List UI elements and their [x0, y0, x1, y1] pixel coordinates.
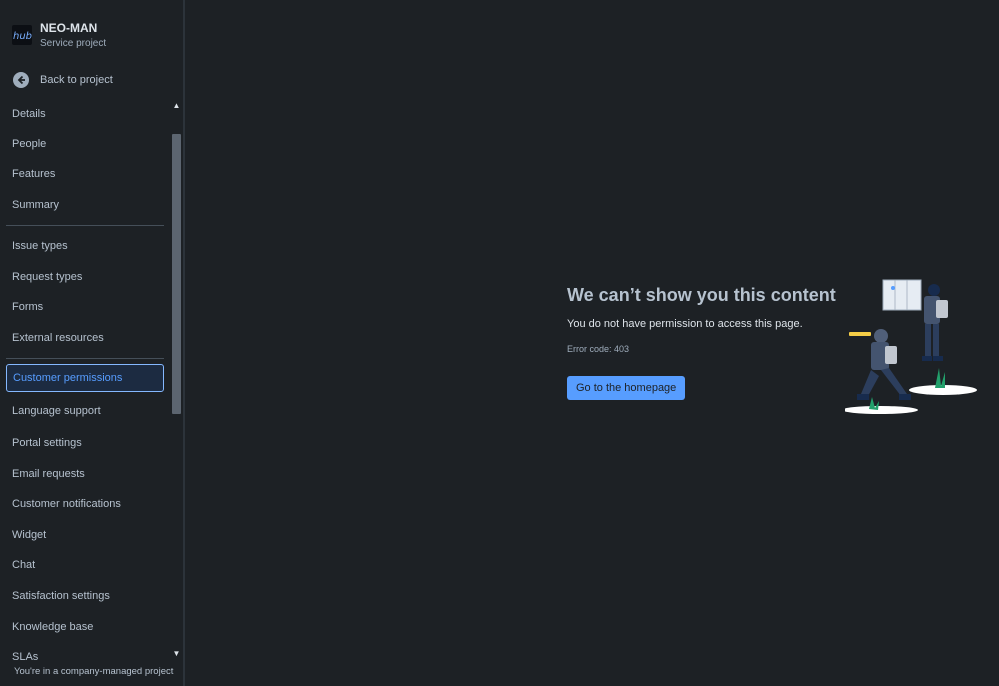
go-to-homepage-button[interactable]: Go to the homepage	[567, 376, 686, 400]
sidebar-item-language-support[interactable]: Language support	[6, 397, 164, 425]
sidebar-item-summary[interactable]: Summary	[6, 191, 164, 219]
project-avatar: hub	[12, 25, 32, 45]
sidebar-item-portal-settings[interactable]: Portal settings	[6, 429, 164, 457]
sidebar-item-widget[interactable]: Widget	[6, 521, 164, 549]
sidebar-item-external-resources[interactable]: External resources	[6, 324, 164, 352]
scroll-down-arrow-icon[interactable]: ▼	[171, 648, 182, 660]
project-type: Service project	[40, 38, 107, 49]
sidebar-divider	[6, 358, 164, 359]
sidebar-divider	[6, 225, 164, 226]
error-message: You do not have permission to access thi…	[567, 318, 803, 330]
main-content: We can’t show you this content You do no…	[185, 0, 999, 686]
project-name: NEO-MAN	[40, 21, 98, 35]
sidebar-item-forms[interactable]: Forms	[6, 293, 164, 321]
scrollbar-thumb[interactable]	[172, 134, 181, 414]
scroll-up-arrow-icon[interactable]: ▲	[171, 100, 182, 112]
back-to-project-link[interactable]: Back to project	[11, 70, 161, 92]
sidebar-item-satisfaction-settings[interactable]: Satisfaction settings	[6, 582, 164, 610]
sidebar-item-request-types[interactable]: Request types	[6, 263, 164, 291]
project-avatar-text: hub	[13, 31, 32, 42]
sidebar-item-knowledge-base[interactable]: Knowledge base	[6, 613, 164, 641]
sidebar-item-email-requests[interactable]: Email requests	[6, 460, 164, 488]
explorers-illustration	[845, 279, 977, 414]
sidebar: hub NEO-MAN Service project Back to proj…	[0, 0, 185, 686]
error-title: We can’t show you this content	[567, 285, 836, 305]
sidebar-item-details[interactable]: Details	[6, 100, 164, 128]
error-code: Error code: 403	[567, 344, 630, 354]
sidebar-item-issue-types[interactable]: Issue types	[6, 232, 164, 260]
sidebar-item-customer-permissions[interactable]: Customer permissions	[6, 364, 164, 392]
sidebar-item-people[interactable]: People	[6, 130, 164, 158]
company-managed-note: You're in a company-managed project	[0, 660, 183, 686]
project-header[interactable]: hub NEO-MAN Service project	[11, 20, 171, 52]
sidebar-item-slas[interactable]: SLAs	[6, 643, 164, 660]
arrow-left-circle-icon	[13, 72, 29, 88]
sidebar-item-customer-notifications[interactable]: Customer notifications	[6, 490, 164, 518]
back-to-project-label: Back to project	[40, 74, 113, 86]
error-panel: We can’t show you this content You do no…	[567, 285, 847, 400]
sidebar-scrollbar[interactable]: ▲ ▼	[171, 100, 182, 660]
sidebar-item-chat[interactable]: Chat	[6, 551, 164, 579]
sidebar-nav: Details People Features Summary Issue ty…	[0, 100, 183, 660]
sidebar-item-features[interactable]: Features	[6, 160, 164, 188]
